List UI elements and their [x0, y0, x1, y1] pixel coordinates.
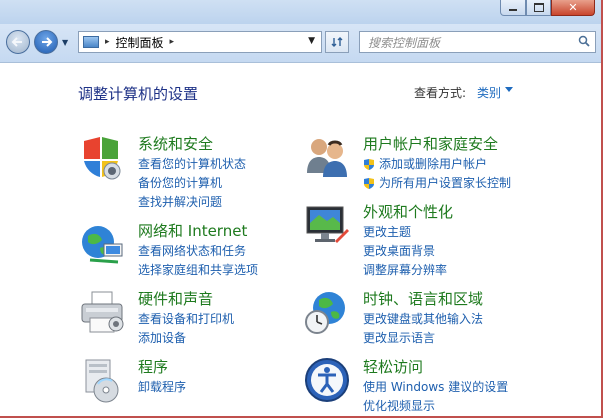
link-screen-resolution[interactable]: 调整屏幕分辨率 — [363, 261, 447, 280]
search-icon[interactable] — [578, 35, 590, 50]
link-label: 为所有用户设置家长控制 — [379, 176, 512, 190]
programs-disc-icon[interactable] — [78, 356, 126, 404]
title-bar: ✕ — [0, 0, 601, 24]
refresh-icon — [331, 37, 343, 47]
link-change-input-methods[interactable]: 更改键盘或其他输入法 — [363, 310, 483, 329]
view-by-dropdown[interactable]: 类别 — [477, 84, 501, 101]
maximize-button[interactable] — [526, 0, 551, 16]
control-panel-window: ✕ ▼ ▸ 控制面板 ▸ ▼ 搜索控制面板 调整计算机的设置 查看方式: 类别 … — [0, 0, 603, 418]
category-title[interactable]: 用户帐户和家庭安全 — [363, 133, 498, 154]
search-placeholder: 搜索控制面板 — [368, 35, 441, 50]
breadcrumb-separator-icon[interactable]: ▸ — [170, 37, 175, 47]
link-uninstall-program[interactable]: 卸载程序 — [138, 378, 186, 397]
link-add-remove-accounts[interactable]: 添加或删除用户帐户 — [363, 155, 511, 174]
category-title[interactable]: 轻松访问 — [363, 356, 423, 377]
recent-pages-chevron-down-icon[interactable]: ▼ — [62, 38, 68, 47]
view-by-label: 查看方式: — [414, 86, 467, 100]
uac-shield-icon — [364, 178, 374, 189]
link-devices-printers[interactable]: 查看设备和打印机 — [138, 310, 234, 329]
category-title[interactable]: 系统和安全 — [138, 133, 213, 154]
ease-of-access-icon[interactable] — [303, 356, 351, 404]
minimize-icon — [509, 9, 517, 11]
category-title[interactable]: 网络和 Internet — [138, 220, 247, 241]
link-add-device[interactable]: 添加设备 — [138, 329, 234, 348]
link-backup-computer[interactable]: 备份您的计算机 — [138, 174, 246, 193]
uac-shield-icon — [364, 159, 374, 170]
security-shield-icon[interactable] — [78, 133, 126, 181]
search-input[interactable]: 搜索控制面板 — [359, 31, 596, 53]
link-optimize-visual-display[interactable]: 优化视频显示 — [363, 397, 508, 416]
link-troubleshoot[interactable]: 查找并解决问题 — [138, 193, 246, 212]
address-toolbar: ▼ ▸ 控制面板 ▸ ▼ 搜索控制面板 — [0, 24, 601, 63]
control-panel-icon — [83, 36, 99, 48]
minimize-button[interactable] — [500, 0, 526, 16]
link-network-status[interactable]: 查看网络状态和任务 — [138, 242, 258, 261]
close-button[interactable]: ✕ — [551, 0, 595, 16]
category-title[interactable]: 时钟、语言和区域 — [363, 288, 483, 309]
link-change-background[interactable]: 更改桌面背景 — [363, 242, 447, 261]
address-bar[interactable]: ▸ 控制面板 ▸ ▼ — [78, 31, 322, 53]
breadcrumb-control-panel[interactable]: 控制面板 — [116, 34, 164, 51]
network-globe-icon[interactable] — [78, 220, 126, 268]
forward-arrow-icon — [42, 37, 53, 47]
back-button[interactable] — [6, 30, 30, 54]
main-content: 调整计算机的设置 查看方式: 类别 系统和安全 查看您的计算机状态 备份您的计算… — [0, 63, 601, 416]
refresh-button[interactable] — [325, 31, 349, 53]
category-title[interactable]: 外观和个性化 — [363, 201, 453, 222]
maximize-icon — [533, 3, 544, 12]
link-view-computer-status[interactable]: 查看您的计算机状态 — [138, 155, 246, 174]
category-title[interactable]: 程序 — [138, 356, 168, 377]
display-monitor-icon[interactable] — [303, 201, 351, 249]
back-arrow-icon — [11, 37, 22, 47]
link-homegroup-sharing[interactable]: 选择家庭组和共享选项 — [138, 261, 258, 280]
breadcrumb-separator-icon[interactable]: ▸ — [105, 37, 110, 47]
printer-icon[interactable] — [78, 288, 126, 336]
view-by-chevron-down-icon[interactable] — [505, 87, 513, 92]
category-title[interactable]: 硬件和声音 — [138, 288, 213, 309]
address-dropdown-chevron-down-icon[interactable]: ▼ — [308, 36, 315, 46]
users-icon[interactable] — [303, 133, 351, 181]
link-label: 添加或删除用户帐户 — [379, 157, 488, 171]
link-change-display-language[interactable]: 更改显示语言 — [363, 329, 483, 348]
link-recommended-settings[interactable]: 使用 Windows 建议的设置 — [363, 378, 508, 397]
clock-globe-icon[interactable] — [303, 288, 351, 336]
page-title: 调整计算机的设置 — [78, 85, 199, 103]
close-icon: ✕ — [568, 1, 578, 14]
link-change-theme[interactable]: 更改主题 — [363, 223, 447, 242]
link-parental-controls[interactable]: 为所有用户设置家长控制 — [363, 174, 511, 193]
forward-button[interactable] — [34, 30, 58, 54]
